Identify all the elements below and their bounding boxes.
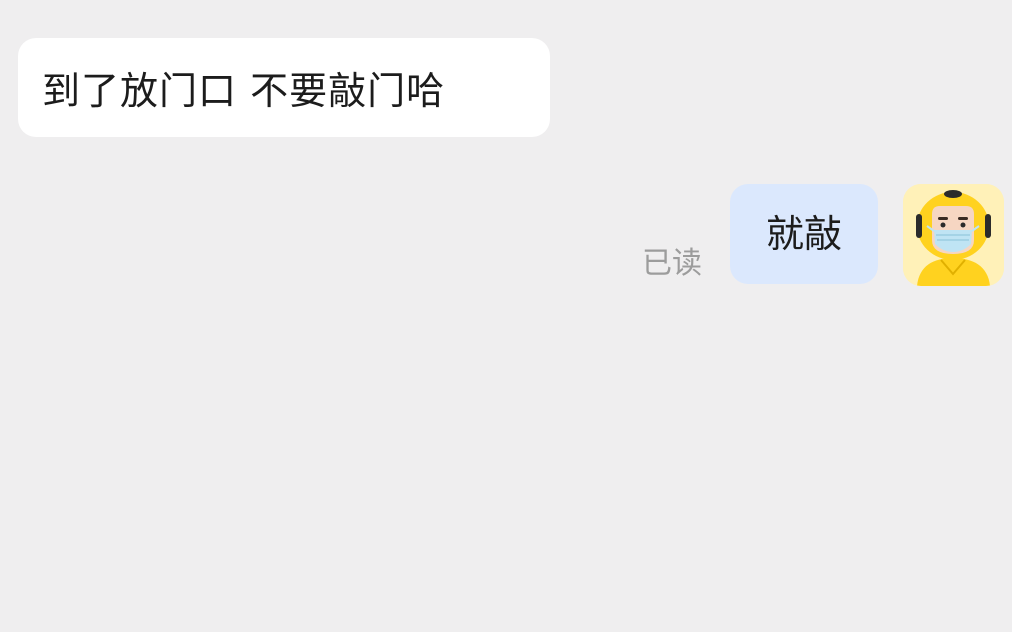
outgoing-message-bubble[interactable]: 就敲 bbox=[730, 184, 878, 284]
user-avatar[interactable] bbox=[903, 184, 1004, 286]
read-receipt-label: 已读 bbox=[642, 246, 702, 281]
incoming-message-bubble[interactable]: 到了放门口 不要敲门哈 bbox=[18, 38, 550, 137]
outgoing-message-text: 就敲 bbox=[765, 211, 842, 256]
delivery-rider-avatar-icon bbox=[903, 184, 1004, 286]
chat-conversation: 到了放门口 不要敲门哈 已读 就敲 bbox=[0, 0, 1012, 632]
incoming-message-text: 到了放门口 不要敲门哈 bbox=[42, 69, 446, 113]
